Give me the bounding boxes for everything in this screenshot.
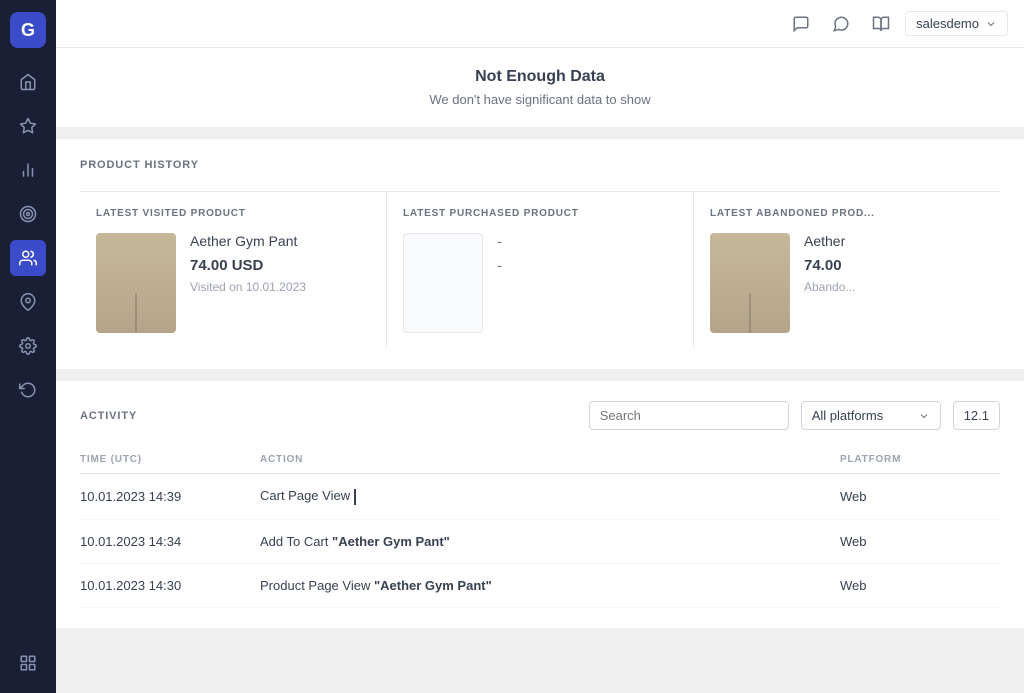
topbar-comment-icon[interactable] — [825, 8, 857, 40]
search-input[interactable] — [600, 408, 776, 423]
sidebar-logo[interactable]: G — [10, 12, 46, 48]
column-header-action: ACTION — [260, 446, 840, 474]
topbar-account-selector[interactable]: salesdemo — [905, 11, 1008, 36]
cell-platform: Web — [840, 519, 1000, 563]
latest-visited-inner: Aether Gym Pant 74.00 USD Visited on 10.… — [96, 233, 370, 333]
activity-table: TIME (UTC) ACTION PLATFORM 10.01.2023 14… — [80, 446, 1000, 608]
latest-visited-image — [96, 233, 176, 333]
table-header-row: TIME (UTC) ACTION PLATFORM — [80, 446, 1000, 474]
sidebar-item-target[interactable] — [10, 196, 46, 232]
latest-visited-label: LATEST VISITED PRODUCT — [96, 208, 370, 219]
cell-action: Add To Cart "Aether Gym Pant" — [260, 519, 840, 563]
cell-action: Product Page View "Aether Gym Pant" — [260, 563, 840, 607]
activity-header: ACTIVITY All platforms 12.1 — [80, 401, 1000, 430]
sidebar-item-home[interactable] — [10, 64, 46, 100]
latest-purchased-info: - - — [497, 233, 677, 281]
sidebar-item-star[interactable] — [10, 108, 46, 144]
search-box[interactable] — [589, 401, 789, 430]
latest-visited-price: 74.00 USD — [190, 257, 370, 274]
latest-purchased-price: - — [497, 257, 677, 273]
cell-platform: Web — [840, 474, 1000, 520]
cell-action: Cart Page View — [260, 474, 840, 520]
table-row: 10.01.2023 14:30Product Page View "Aethe… — [80, 563, 1000, 607]
sidebar: G — [0, 0, 56, 693]
latest-abandoned-name: Aether — [804, 233, 984, 249]
latest-purchased-card: LATEST PURCHASED PRODUCT - - — [387, 192, 694, 349]
table-row: 10.01.2023 14:34Add To Cart "Aether Gym … — [80, 519, 1000, 563]
latest-purchased-inner: - - — [403, 233, 677, 333]
latest-purchased-image-placeholder — [403, 233, 483, 333]
latest-purchased-name: - — [497, 233, 677, 249]
platform-filter-dropdown[interactable]: All platforms — [801, 401, 941, 430]
date-filter-badge[interactable]: 12.1 — [953, 401, 1000, 430]
account-chevron-icon — [985, 18, 997, 30]
sidebar-item-location[interactable] — [10, 284, 46, 320]
latest-visited-name: Aether Gym Pant — [190, 233, 370, 249]
product-history-title: PRODUCT HISTORY — [80, 159, 1000, 171]
platform-chevron-icon — [918, 410, 930, 422]
latest-purchased-label: LATEST PURCHASED PRODUCT — [403, 208, 677, 219]
sidebar-item-grid[interactable] — [10, 645, 46, 681]
no-data-title: Not Enough Data — [76, 68, 1004, 86]
cell-time: 10.01.2023 14:30 — [80, 563, 260, 607]
topbar-chat-icon[interactable] — [785, 8, 817, 40]
latest-visited-date: Visited on 10.01.2023 — [190, 280, 370, 294]
activity-title: ACTIVITY — [80, 410, 577, 422]
main-content: salesdemo Not Enough Data We don't have … — [56, 0, 1024, 693]
activity-section: ACTIVITY All platforms 12.1 TIME (UTC) A… — [56, 381, 1024, 628]
latest-abandoned-price: 74.00 — [804, 257, 984, 274]
latest-abandoned-image — [710, 233, 790, 333]
table-row: 10.01.2023 14:39Cart Page ViewWeb — [80, 474, 1000, 520]
no-data-section: Not Enough Data We don't have significan… — [56, 48, 1024, 127]
cell-time: 10.01.2023 14:39 — [80, 474, 260, 520]
account-name: salesdemo — [916, 16, 979, 31]
latest-visited-info: Aether Gym Pant 74.00 USD Visited on 10.… — [190, 233, 370, 294]
cell-time: 10.01.2023 14:34 — [80, 519, 260, 563]
product-history-section: PRODUCT HISTORY LATEST VISITED PRODUCT A… — [56, 139, 1024, 369]
latest-abandoned-info: Aether 74.00 Abando... — [804, 233, 984, 294]
latest-visited-card: LATEST VISITED PRODUCT Aether Gym Pant 7… — [80, 192, 387, 349]
sidebar-item-settings[interactable] — [10, 328, 46, 364]
column-header-time: TIME (UTC) — [80, 446, 260, 474]
cursor-indicator — [354, 489, 364, 505]
sidebar-item-users[interactable] — [10, 240, 46, 276]
sidebar-item-analytics[interactable] — [10, 152, 46, 188]
latest-abandoned-label: LATEST ABANDONED PROD... — [710, 208, 984, 219]
topbar-book-icon[interactable] — [865, 8, 897, 40]
latest-abandoned-card: LATEST ABANDONED PROD... Aether 74.00 Ab… — [694, 192, 1000, 349]
platform-filter-label: All platforms — [812, 408, 910, 423]
sidebar-item-refresh[interactable] — [10, 372, 46, 408]
content-area: Not Enough Data We don't have significan… — [56, 48, 1024, 693]
column-header-platform: PLATFORM — [840, 446, 1000, 474]
topbar: salesdemo — [56, 0, 1024, 48]
no-data-subtitle: We don't have significant data to show — [76, 92, 1004, 107]
latest-abandoned-date: Abando... — [804, 280, 984, 294]
product-cards-container: LATEST VISITED PRODUCT Aether Gym Pant 7… — [80, 191, 1000, 349]
cell-platform: Web — [840, 563, 1000, 607]
latest-abandoned-inner: Aether 74.00 Abando... — [710, 233, 984, 333]
